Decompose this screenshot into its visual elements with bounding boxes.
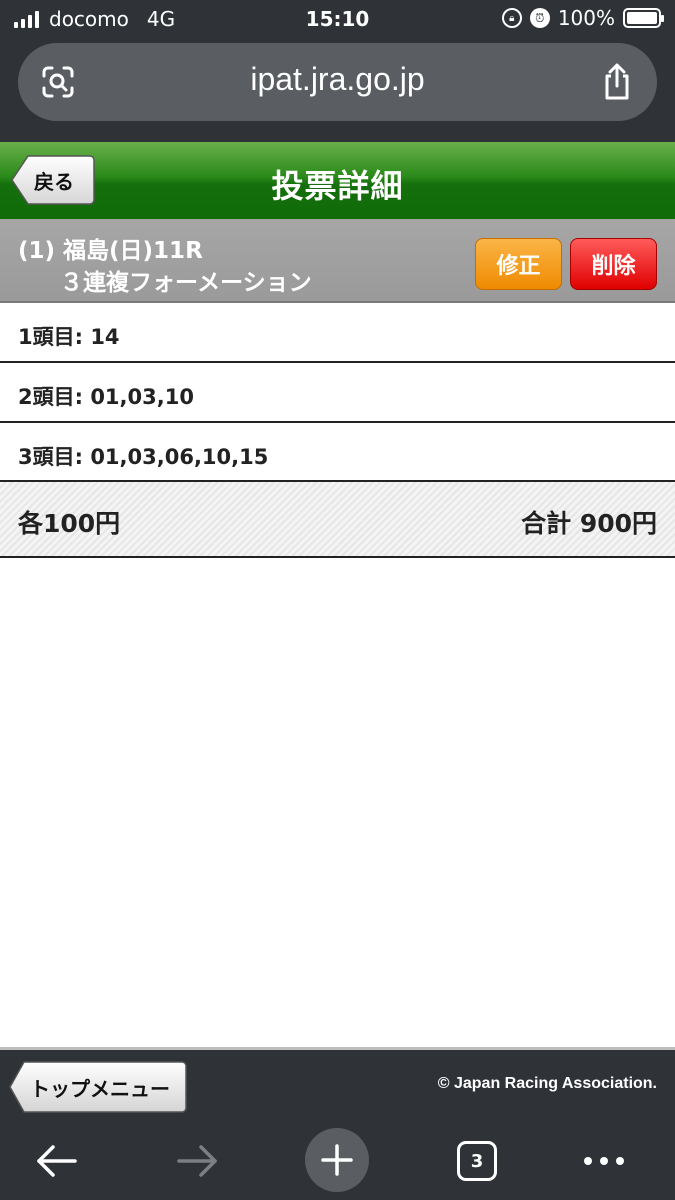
forward-nav-button[interactable] xyxy=(165,1133,229,1189)
battery-percent: 100% xyxy=(557,6,615,30)
more-dots-icon xyxy=(584,1157,624,1165)
selection-row-3: 3頭目: 01,03,06,10,15 xyxy=(0,423,675,482)
selection-text: 2頭目: 01,03,10 xyxy=(18,385,194,409)
back-nav-button[interactable] xyxy=(25,1133,89,1189)
arrow-left-icon xyxy=(37,1145,77,1177)
delete-button[interactable]: 削除 xyxy=(570,238,657,290)
race-name: (1) 福島(日)11R xyxy=(18,238,203,264)
new-tab-button[interactable] xyxy=(305,1128,369,1192)
top-menu-label: トップメニュー xyxy=(30,1077,170,1101)
url-text[interactable]: ipat.jra.go.jp xyxy=(18,61,657,98)
selection-text: 1頭目: 14 xyxy=(18,325,120,349)
arrow-right-icon xyxy=(177,1145,217,1177)
rotation-lock-icon: 🔒︎ xyxy=(501,8,522,28)
amount-summary: 各100円 合計 900円 xyxy=(0,482,675,558)
browser-toolbar: 3 xyxy=(0,1121,675,1200)
tabs-button[interactable]: 3 xyxy=(445,1133,509,1189)
page-title: 投票詳細 xyxy=(271,167,404,205)
edit-button[interactable]: 修正 xyxy=(475,238,562,290)
browser-chrome: docomo 4G 15:10 🔒︎ ⏰︎ 100% ipat.jra.go.j… xyxy=(0,0,675,142)
selection-text: 3頭目: 01,03,06,10,15 xyxy=(18,445,269,469)
battery-icon xyxy=(623,8,664,28)
amount-each: 各100円 xyxy=(18,509,121,538)
copyright-text: © Japan Racing Association. xyxy=(437,1075,657,1092)
app-header: 戻る 投票詳細 xyxy=(0,142,675,219)
selection-row-2: 2頭目: 01,03,10 xyxy=(0,363,675,423)
share-icon[interactable] xyxy=(599,62,635,102)
more-menu-button[interactable] xyxy=(572,1133,636,1189)
status-right: 🔒︎ ⏰︎ 100% xyxy=(501,6,664,30)
plus-icon xyxy=(321,1144,353,1176)
page-footer: トップメニュー © Japan Racing Association. xyxy=(0,1047,675,1121)
status-bar: docomo 4G 15:10 🔒︎ ⏰︎ 100% xyxy=(0,0,675,40)
bet-type: ３連複フォーメーション xyxy=(60,270,312,296)
selection-row-1: 1頭目: 14 xyxy=(0,303,675,363)
top-menu-button[interactable]: トップメニュー xyxy=(8,1060,188,1114)
tabs-count: 3 xyxy=(457,1141,497,1181)
amount-total: 合計 900円 xyxy=(521,509,657,538)
address-bar[interactable]: ipat.jra.go.jp xyxy=(18,43,657,121)
alarm-icon: ⏰︎ xyxy=(529,8,550,28)
